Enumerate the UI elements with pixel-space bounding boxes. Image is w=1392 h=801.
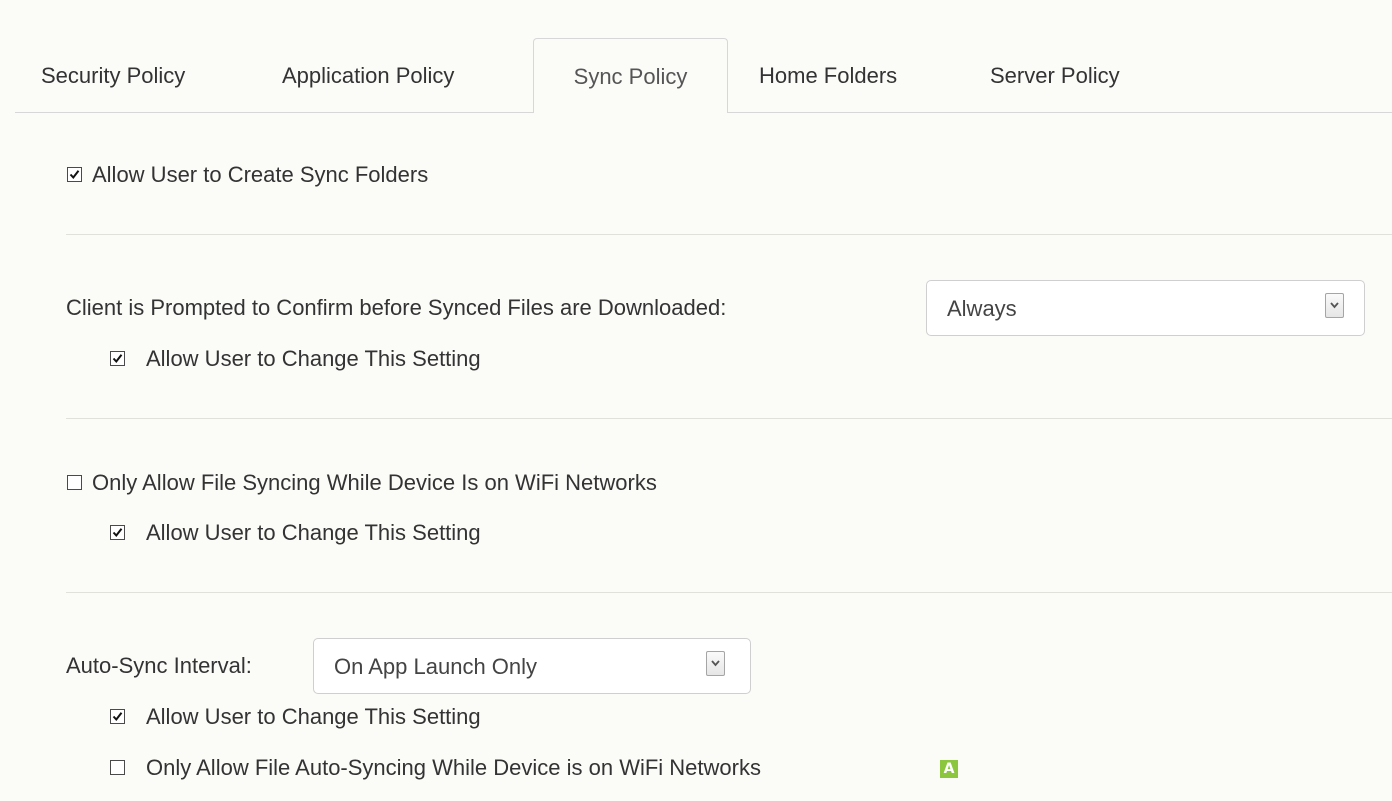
admin-badge: A bbox=[940, 760, 958, 778]
chevron-down-icon[interactable] bbox=[706, 651, 725, 676]
section-divider bbox=[66, 592, 1392, 593]
confirm-download-allow-change-checkbox[interactable] bbox=[110, 351, 125, 366]
policy-tabs: Security Policy Application Policy Sync … bbox=[15, 38, 1392, 113]
wifi-only-checkbox[interactable] bbox=[67, 475, 82, 490]
section-divider bbox=[66, 418, 1392, 419]
tab-home-folders[interactable]: Home Folders bbox=[759, 38, 897, 112]
wifi-only-allow-change-checkbox[interactable] bbox=[110, 525, 125, 540]
auto-sync-allow-change-label: Allow User to Change This Setting bbox=[146, 704, 481, 729]
auto-sync-interval-value: On App Launch Only bbox=[334, 654, 538, 679]
auto-sync-wifi-only-checkbox[interactable] bbox=[110, 760, 125, 775]
section-divider bbox=[66, 234, 1392, 235]
checkmark-icon bbox=[112, 712, 123, 722]
wifi-only-label: Only Allow File Syncing While Device Is … bbox=[92, 470, 657, 495]
checkmark-icon bbox=[112, 354, 123, 364]
confirm-download-value: Always bbox=[947, 296, 1017, 321]
create-sync-folders-label: Allow User to Create Sync Folders bbox=[92, 162, 429, 187]
confirm-download-select[interactable]: Always bbox=[926, 280, 1365, 336]
auto-sync-interval-select[interactable]: On App Launch Only bbox=[313, 638, 751, 694]
confirm-download-allow-change-label: Allow User to Change This Setting bbox=[146, 346, 481, 371]
tab-server-policy[interactable]: Server Policy bbox=[990, 38, 1120, 112]
tab-security-policy[interactable]: Security Policy bbox=[41, 38, 185, 112]
tab-sync-policy[interactable]: Sync Policy bbox=[533, 38, 728, 113]
tab-application-policy[interactable]: Application Policy bbox=[282, 38, 454, 112]
checkmark-icon bbox=[69, 170, 80, 180]
create-sync-folders-checkbox[interactable] bbox=[67, 167, 82, 182]
wifi-only-allow-change-label: Allow User to Change This Setting bbox=[146, 520, 481, 545]
checkmark-icon bbox=[112, 528, 123, 538]
chevron-down-icon[interactable] bbox=[1325, 293, 1344, 318]
confirm-download-label: Client is Prompted to Confirm before Syn… bbox=[66, 295, 727, 320]
auto-sync-allow-change-checkbox[interactable] bbox=[110, 709, 125, 724]
auto-sync-wifi-only-label: Only Allow File Auto-Syncing While Devic… bbox=[146, 755, 761, 780]
auto-sync-label: Auto-Sync Interval: bbox=[66, 653, 252, 678]
